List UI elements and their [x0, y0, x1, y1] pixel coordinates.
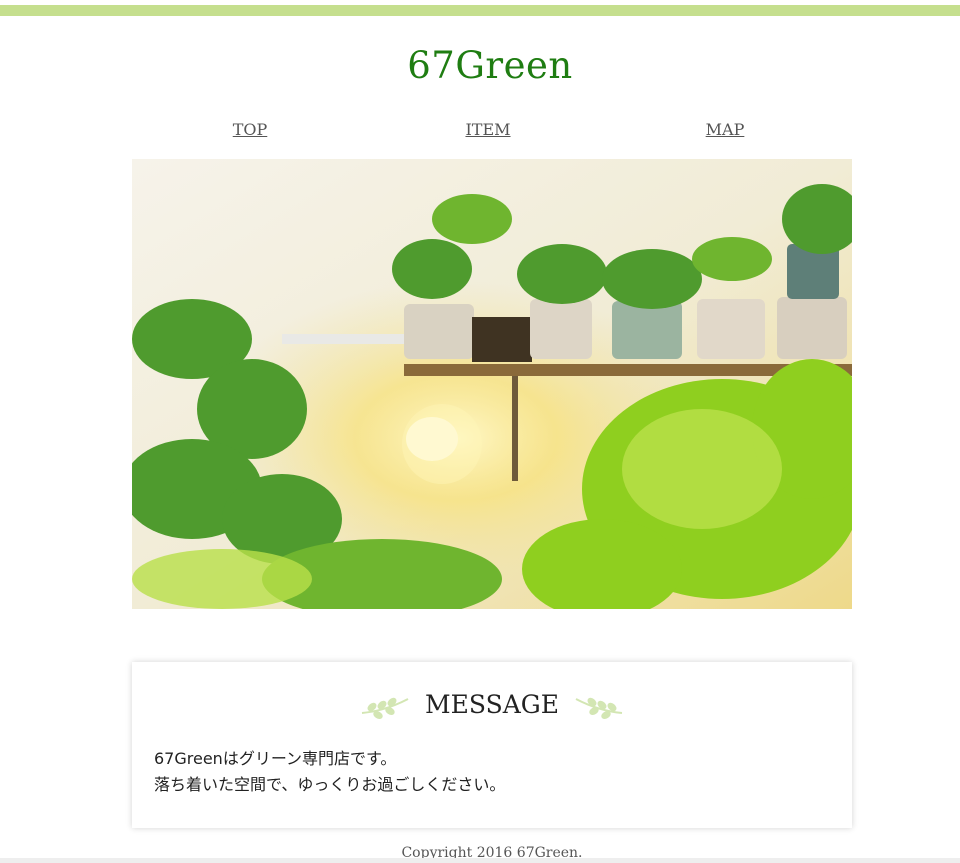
- message-line-1: 67Greenはグリーン専門店です。: [154, 749, 397, 768]
- nav-link-item[interactable]: ITEM: [465, 120, 510, 139]
- site-title[interactable]: 67Green: [0, 44, 960, 87]
- nav-link-top[interactable]: TOP: [233, 120, 268, 139]
- page: 67Green TOP ITEM MAP MESSAGE 67Greenはグリー…: [0, 0, 960, 863]
- hero-image: [132, 159, 852, 609]
- message-card: MESSAGE 67Greenはグリーン専門店です。 落ち着いた空間で、ゆっくり…: [132, 662, 852, 828]
- top-accent-bar: [0, 5, 960, 16]
- main-nav: TOP ITEM MAP: [0, 120, 960, 142]
- message-body: 67Greenはグリーン専門店です。 落ち着いた空間で、ゆっくりお過ごしください…: [154, 746, 834, 798]
- message-title: MESSAGE: [425, 690, 559, 719]
- leaf-sprig-icon: [575, 697, 623, 719]
- message-heading: MESSAGE: [132, 690, 852, 726]
- message-line-2: 落ち着いた空間で、ゆっくりお過ごしください。: [154, 775, 506, 794]
- bottom-divider: [0, 858, 960, 863]
- leaf-sprig-icon: [361, 697, 409, 719]
- nav-link-map[interactable]: MAP: [706, 120, 745, 139]
